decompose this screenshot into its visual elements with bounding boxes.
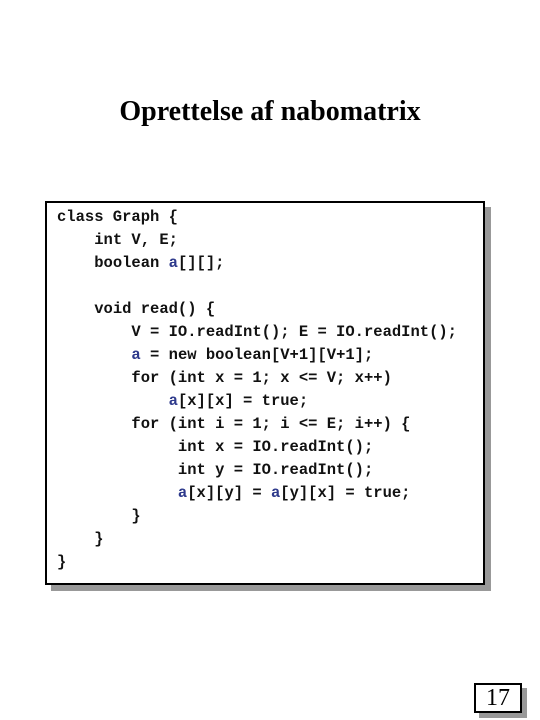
code-text: class Graph {	[57, 208, 178, 226]
code-array-identifier: a	[168, 392, 178, 410]
code-line: }	[57, 528, 457, 551]
code-text: [y][x] = true;	[280, 484, 411, 502]
code-array-identifier: a	[168, 254, 178, 272]
code-line: a[x][x] = true;	[57, 390, 457, 413]
code-line: for (int i = 1; i <= E; i++) {	[57, 413, 457, 436]
code-line: a[x][y] = a[y][x] = true;	[57, 482, 457, 505]
code-text: }	[131, 507, 141, 525]
code-listing: class Graph { int V, E; boolean a[][]; v…	[57, 206, 457, 574]
code-array-identifier: a	[270, 484, 281, 502]
code-text: }	[57, 553, 67, 571]
code-line: for (int x = 1; x <= V; x++)	[57, 367, 457, 390]
code-line: boolean a[][];	[57, 252, 457, 275]
code-array-identifier: a	[177, 484, 188, 502]
slide-title: Oprettelse af nabomatrix	[119, 96, 421, 127]
code-text: void read() {	[94, 300, 216, 318]
code-line: V = IO.readInt(); E = IO.readInt();	[57, 321, 457, 344]
code-text: int x = IO.readInt();	[177, 438, 374, 456]
code-text: boolean	[94, 254, 169, 272]
code-array-identifier: a	[131, 346, 141, 364]
code-text: [x][y] =	[187, 484, 271, 502]
code-line: }	[57, 551, 457, 574]
code-text: = new boolean[V+1][V+1];	[140, 346, 374, 364]
code-text: int y = IO.readInt();	[177, 461, 374, 479]
code-text: }	[94, 530, 104, 548]
code-text: for (int x = 1; x <= V; x++)	[131, 369, 392, 387]
code-line: int y = IO.readInt();	[57, 459, 457, 482]
code-line: }	[57, 505, 457, 528]
code-text: [x][x] = true;	[177, 392, 309, 410]
page-number: 17	[474, 683, 522, 713]
code-line: void read() {	[57, 298, 457, 321]
code-text: [][];	[177, 254, 225, 272]
code-text: for (int i = 1; i <= E; i++) {	[131, 415, 411, 433]
code-line: class Graph {	[57, 206, 457, 229]
code-line: int V, E;	[57, 229, 457, 252]
code-text: int V, E;	[94, 231, 178, 249]
code-line: int x = IO.readInt();	[57, 436, 457, 459]
code-line: a = new boolean[V+1][V+1];	[57, 344, 457, 367]
code-text: V = IO.readInt(); E = IO.readInt();	[131, 323, 457, 341]
code-box: class Graph { int V, E; boolean a[][]; v…	[45, 201, 485, 585]
